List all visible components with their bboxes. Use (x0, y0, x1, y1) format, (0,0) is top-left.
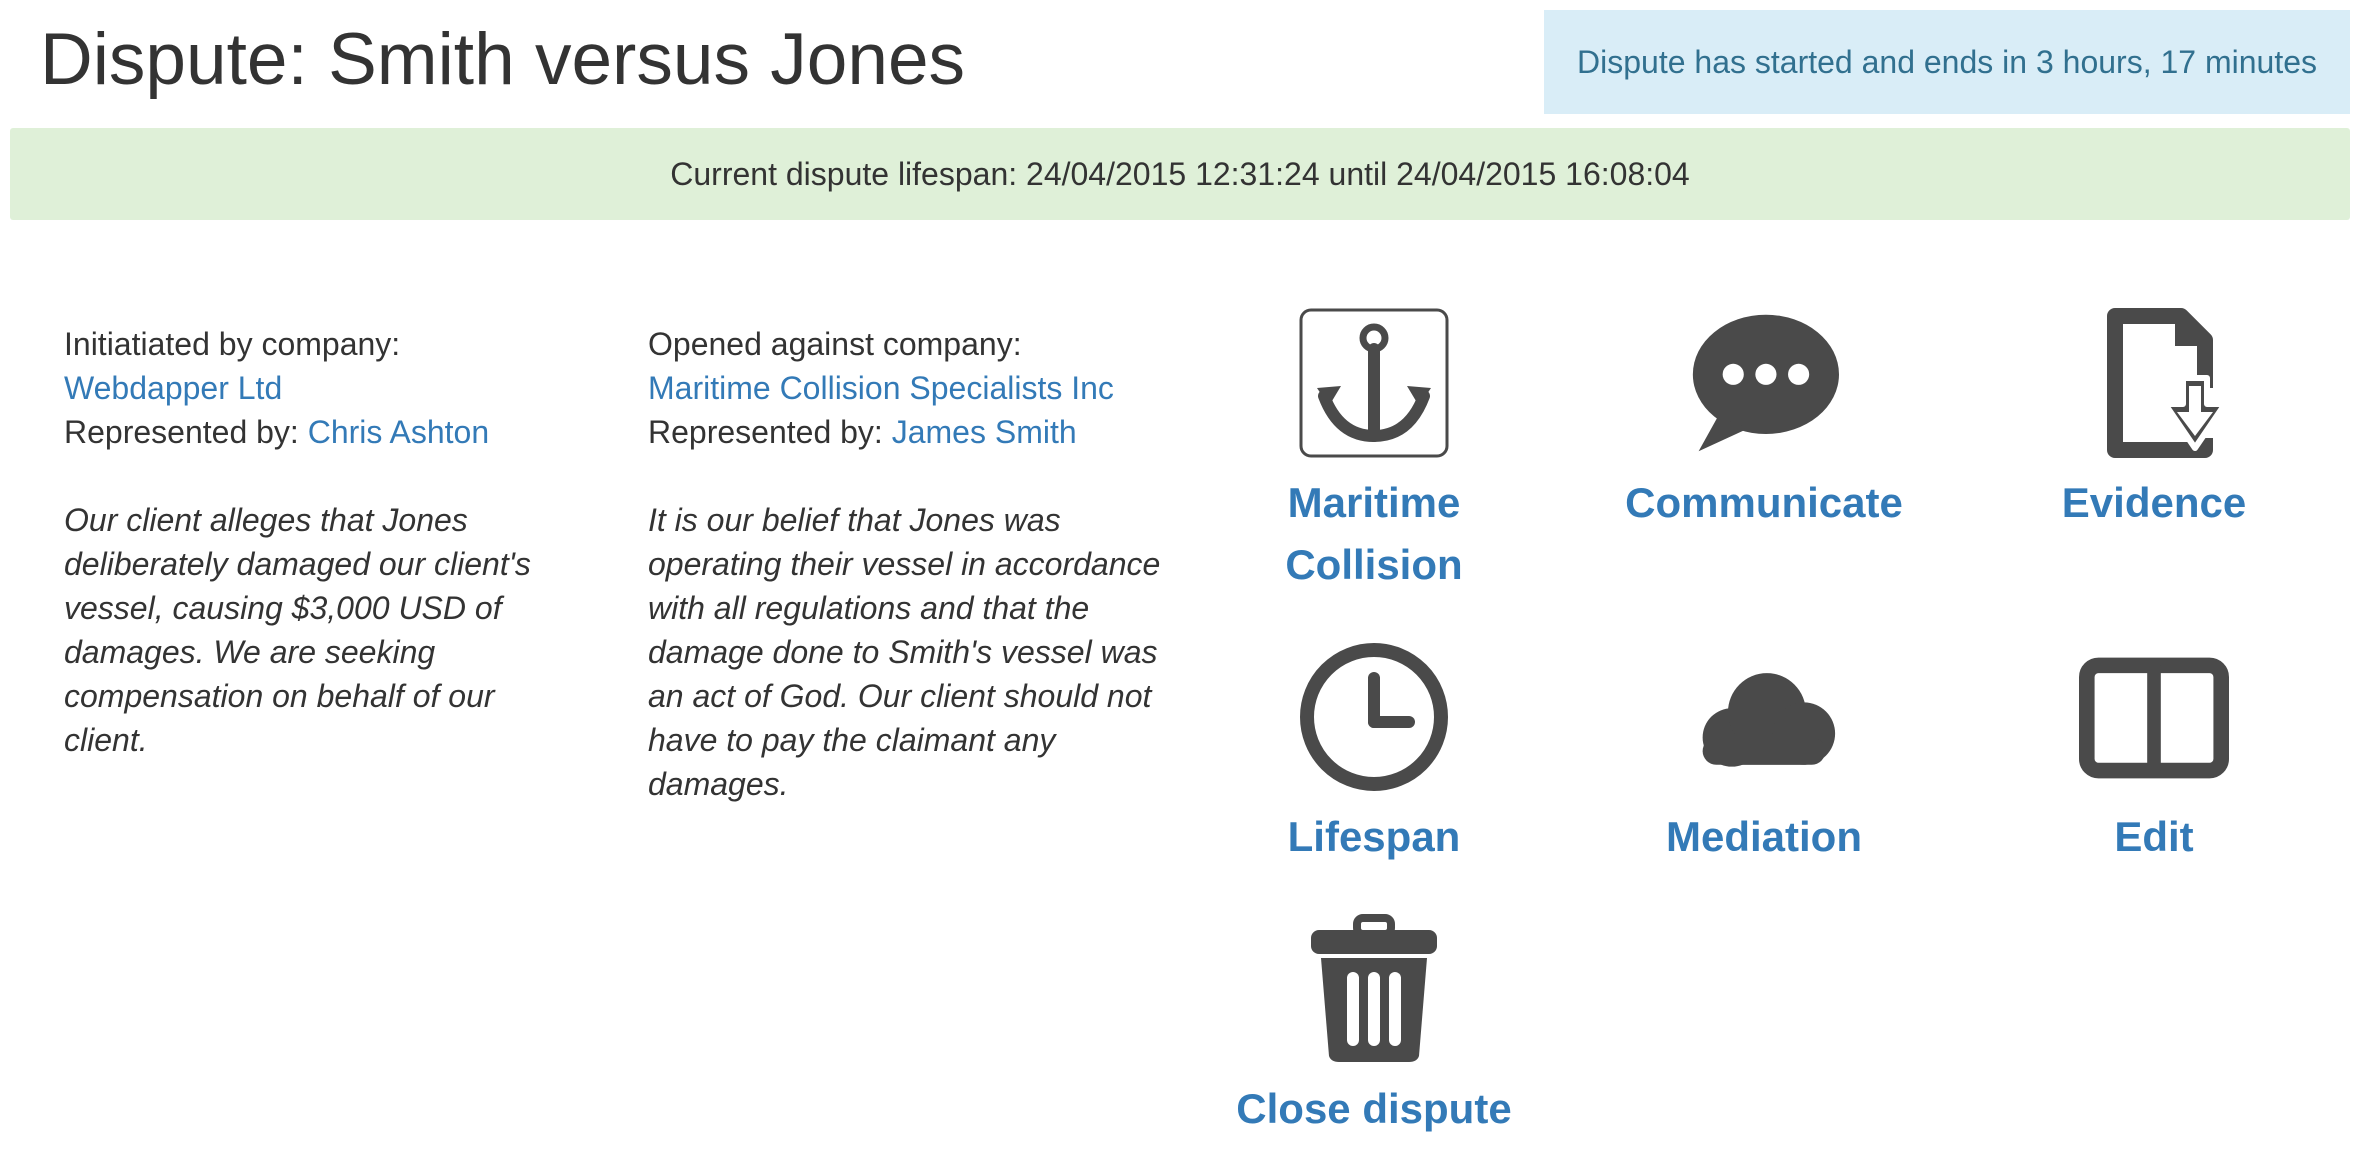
file-download-icon (2079, 308, 2229, 458)
maritime-collision-label: Maritime Collision (1285, 479, 1463, 588)
respondent-panel: Opened against company: Maritime Collisi… (648, 322, 1168, 806)
initiator-representative-link[interactable]: Chris Ashton (308, 414, 489, 450)
respondent-representative-row: Represented by: James Smith (648, 410, 1168, 454)
evidence-label: Evidence (2061, 479, 2247, 526)
maritime-collision-button[interactable]: Maritime Collision (1204, 308, 1544, 596)
initiator-company-link[interactable]: Webdapper Ltd (64, 370, 282, 406)
trash-icon (1299, 914, 1449, 1064)
page-title: Dispute: Smith versus Jones (40, 19, 966, 100)
edit-label: Edit (2114, 813, 2194, 860)
clock-icon (1299, 642, 1449, 792)
respondent-representative-link[interactable]: James Smith (892, 414, 1077, 450)
lifespan-label: Lifespan (1287, 813, 1461, 860)
book-icon (2079, 642, 2229, 792)
evidence-button[interactable]: Evidence (1984, 308, 2324, 534)
respondent-company-label: Opened against company: (648, 326, 1022, 362)
close-dispute-button[interactable]: Close dispute (1204, 914, 1544, 1140)
initiator-representative-row: Represented by: Chris Ashton (64, 410, 584, 454)
cloud-icon (1689, 642, 1839, 792)
initiator-company-label: Initiatiated by company: (64, 326, 401, 362)
mediation-label: Mediation (1666, 813, 1862, 860)
anchor-icon (1299, 308, 1449, 458)
initiator-statement: Our client alleges that Jones deliberate… (64, 502, 531, 758)
initiator-panel: Initiatiated by company: Webdapper Ltd R… (64, 322, 584, 762)
lifespan-button[interactable]: Lifespan (1204, 642, 1544, 868)
respondent-company-link[interactable]: Maritime Collision Specialists Inc (648, 370, 1114, 406)
edit-button[interactable]: Edit (1984, 642, 2324, 868)
lifespan-bar: Current dispute lifespan: 24/04/2015 12:… (10, 128, 2350, 220)
communicate-label: Communicate (1625, 479, 1903, 526)
dispute-status-alert: Dispute has started and ends in 3 hours,… (1544, 10, 2350, 114)
respondent-represented-label: Represented by: (648, 414, 883, 450)
close-dispute-label: Close dispute (1236, 1085, 1512, 1132)
initiator-represented-label: Represented by: (64, 414, 299, 450)
speech-bubble-icon (1689, 308, 1839, 458)
communicate-button[interactable]: Communicate (1594, 308, 1934, 534)
mediation-button[interactable]: Mediation (1594, 642, 1934, 868)
respondent-statement: It is our belief that Jones was operatin… (648, 502, 1161, 802)
